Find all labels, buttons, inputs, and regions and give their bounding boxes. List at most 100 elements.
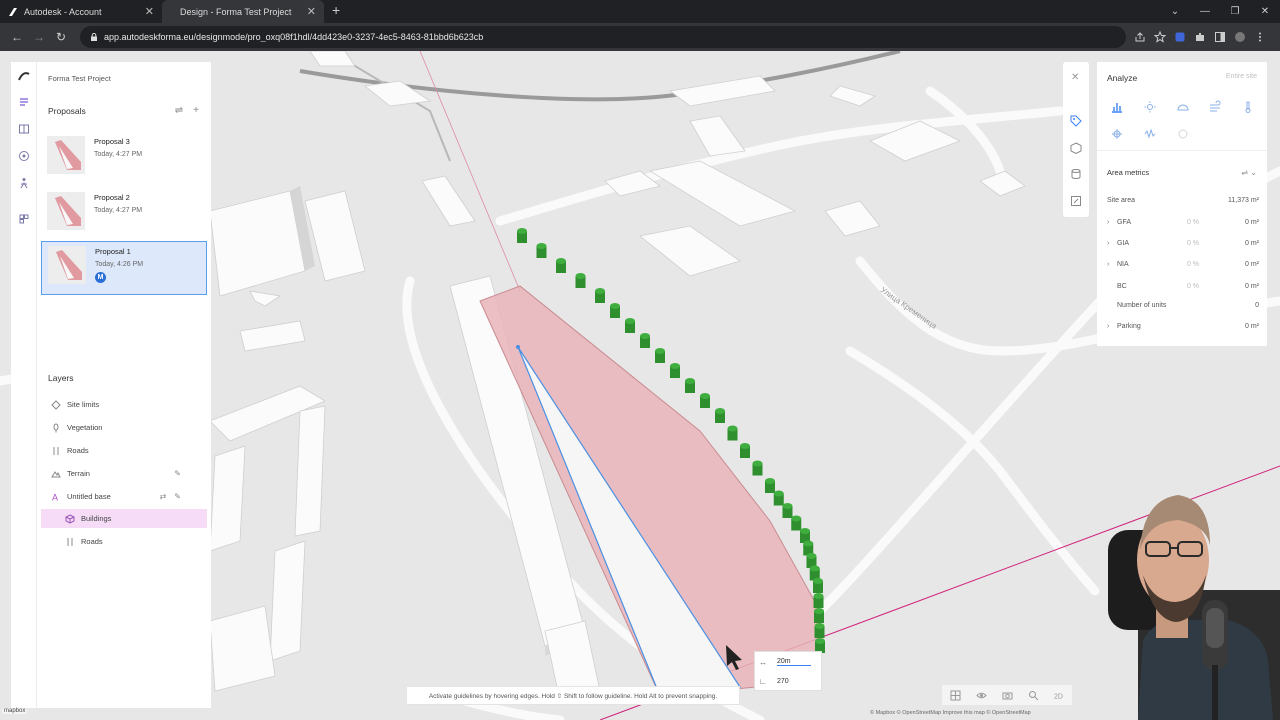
browser-tab-account[interactable]: Autodesk - Account ✕: [0, 0, 162, 23]
layer-roads-sub[interactable]: Roads: [41, 532, 207, 551]
tag-icon[interactable]: [1069, 114, 1083, 128]
metric-percent: 0 %: [1186, 282, 1199, 290]
divider: [1097, 150, 1267, 151]
generate-icon[interactable]: [17, 149, 31, 163]
eye-icon[interactable]: [975, 690, 987, 701]
vegetation-icon: [51, 423, 61, 433]
analyze-title: Analyze: [1107, 73, 1138, 83]
close-window-icon[interactable]: ✕: [1250, 6, 1280, 17]
sidebar-icon[interactable]: [1214, 31, 1226, 43]
cube-icon[interactable]: [1069, 141, 1083, 155]
tree: [610, 303, 620, 318]
tab-title: Design - Forma Test Project: [180, 6, 292, 17]
edit-pencil-icon[interactable]: ✎: [174, 469, 181, 478]
angle-icon: ∟: [759, 676, 767, 686]
proposal-date: Today, 4:27 PM: [94, 151, 143, 158]
bookmark-star-icon[interactable]: [1154, 31, 1166, 43]
camera-icon[interactable]: [1002, 690, 1013, 701]
plan-grid-icon[interactable]: [950, 690, 961, 701]
layers-title: Layers: [48, 373, 74, 383]
microclimate-icon[interactable]: [1110, 127, 1124, 141]
edit-pencil-icon[interactable]: ✎: [174, 492, 181, 501]
forward-icon[interactable]: →: [28, 30, 50, 44]
close-tab-icon[interactable]: ✕: [145, 5, 154, 18]
browser-tab-bar: Autodesk - Account ✕ Design - Forma Test…: [0, 0, 1280, 23]
maximize-icon[interactable]: ❐: [1220, 6, 1250, 17]
metric-label: GFA: [1117, 218, 1132, 226]
autodesk-favicon-icon: [8, 7, 18, 17]
operational-energy-icon[interactable]: [1176, 127, 1190, 141]
layer-site-limits[interactable]: Site limits: [41, 395, 207, 414]
puzzle-extensions-icon[interactable]: [1194, 31, 1206, 43]
metric-label: BC: [1117, 282, 1127, 290]
extension-icon[interactable]: [1174, 31, 1186, 43]
proposal-item-selected[interactable]: Proposal 1 Today, 4:26 PM M: [41, 241, 207, 295]
proposal-item[interactable]: Proposal 3 Today, 4:27 PM: [41, 132, 207, 184]
layer-label: Vegetation: [67, 423, 103, 432]
map-attribution[interactable]: © Mapbox © OpenStreetMap Improve this ma…: [870, 710, 1031, 716]
forma-logo-icon[interactable]: [17, 70, 31, 84]
layer-untitled-base[interactable]: A Untitled base ⇄ ✎: [41, 487, 207, 506]
grid-layout-icon[interactable]: [17, 212, 31, 226]
browser-menu-icon[interactable]: [1254, 31, 1266, 43]
mapbox-logo[interactable]: mapbox: [2, 708, 28, 714]
browser-tab-design[interactable]: Design - Forma Test Project ✕: [162, 0, 324, 23]
new-tab-button[interactable]: +: [332, 0, 340, 23]
tree: [814, 608, 824, 623]
metric-row-gfa[interactable]: › GFA 0 % 0 m²: [1107, 215, 1259, 229]
metric-label: Number of units: [1117, 301, 1167, 309]
close-tab-icon[interactable]: ✕: [307, 5, 316, 18]
angle-field[interactable]: ∟ 270: [759, 673, 819, 689]
database-icon[interactable]: [1069, 167, 1083, 181]
walk-person-icon[interactable]: [17, 176, 31, 190]
chevron-right-icon[interactable]: ›: [1107, 261, 1117, 268]
back-icon[interactable]: ←: [6, 30, 28, 44]
menu-list-icon[interactable]: [17, 95, 31, 109]
library-book-icon[interactable]: [17, 122, 31, 136]
address-bar[interactable]: app.autodeskforma.eu/designmode/pro_oxq0…: [80, 26, 1126, 48]
proposal-thumbnail: [47, 136, 85, 174]
tree: [715, 408, 725, 423]
angle-value[interactable]: 270: [777, 678, 789, 685]
noise-icon[interactable]: [1143, 127, 1157, 141]
reload-icon[interactable]: ↻: [50, 30, 72, 44]
metric-row-parking[interactable]: › Parking 0 m²: [1107, 319, 1259, 333]
tree: [670, 363, 680, 378]
wind-icon[interactable]: [1208, 100, 1222, 114]
length-value[interactable]: 20m: [777, 658, 811, 666]
add-proposal-icon[interactable]: +: [193, 105, 199, 116]
metric-row-gia[interactable]: › GIA 0 % 0 m²: [1107, 236, 1259, 250]
proposal-name: Proposal 3: [94, 137, 130, 146]
proposal-item[interactable]: Proposal 2 Today, 4:27 PM: [41, 188, 207, 240]
layer-buildings[interactable]: Buildings: [41, 509, 207, 528]
layer-terrain[interactable]: Terrain ✎: [41, 464, 207, 483]
filter-icon[interactable]: ⇌: [175, 105, 183, 116]
minimize-icon[interactable]: —: [1190, 6, 1220, 17]
thermometer-icon[interactable]: [1241, 100, 1255, 114]
share-icon[interactable]: [1134, 31, 1146, 43]
export-icon[interactable]: [1069, 194, 1083, 208]
tab-search-icon[interactable]: ⌄: [1160, 6, 1190, 17]
2d-toggle-icon[interactable]: 2D: [1054, 690, 1065, 701]
base-icon: A: [51, 492, 61, 502]
daylight-icon[interactable]: [1176, 100, 1190, 114]
chevron-right-icon[interactable]: ›: [1107, 323, 1117, 330]
profile-avatar-icon[interactable]: [1234, 31, 1246, 43]
area-chart-icon[interactable]: [1110, 100, 1124, 114]
layer-vegetation[interactable]: Vegetation: [41, 418, 207, 437]
tree: [700, 393, 710, 408]
search-icon[interactable]: [1028, 690, 1039, 701]
metrics-settings-icon[interactable]: ⇌ ⌄: [1241, 168, 1257, 177]
metric-row-nia[interactable]: › NIA 0 % 0 m²: [1107, 257, 1259, 271]
chevron-right-icon[interactable]: ›: [1107, 240, 1117, 247]
layer-label: Roads: [67, 446, 89, 455]
layer-roads[interactable]: Roads: [41, 441, 207, 460]
tree: [625, 318, 635, 333]
chevron-right-icon[interactable]: ›: [1107, 219, 1117, 226]
swap-icon[interactable]: ⇄: [160, 492, 167, 501]
close-panel-icon[interactable]: ✕: [1071, 72, 1079, 83]
proposal-name: Proposal 2: [94, 193, 130, 202]
length-field[interactable]: ↔ 20m: [759, 654, 819, 670]
scope-selector[interactable]: Entire site: [1226, 73, 1257, 80]
sun-icon[interactable]: [1143, 100, 1157, 114]
